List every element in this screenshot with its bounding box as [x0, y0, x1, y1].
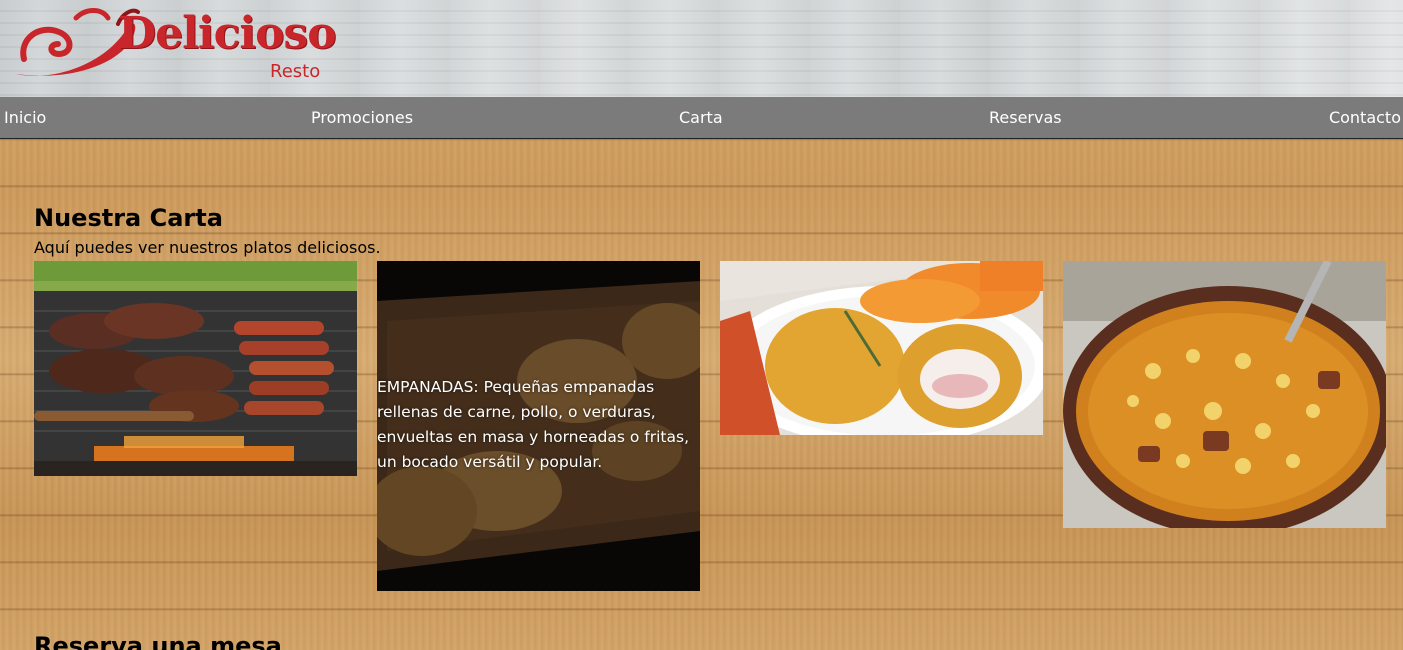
dish-card-milanesa[interactable]	[720, 261, 1043, 435]
brand-tagline: Resto	[270, 61, 321, 82]
milanesa-photo	[720, 261, 1043, 435]
nav-item-inicio[interactable]: Inicio	[4, 108, 46, 127]
dish-caption-empanadas: EMPANADAS: Pequeñas empanadas rellenas d…	[377, 378, 689, 471]
site-header: Delicioso Resto	[0, 0, 1403, 97]
dish-card-locro[interactable]	[1063, 261, 1386, 528]
locro-photo	[1063, 261, 1386, 528]
dish-card-asado[interactable]	[34, 261, 357, 476]
nav-item-promociones[interactable]: Promociones	[311, 108, 413, 127]
asado-grill-photo	[34, 261, 357, 476]
nav-item-contacto[interactable]: Contacto	[1329, 108, 1401, 127]
brand-logo[interactable]: Delicioso Resto	[14, 4, 337, 86]
menu-section-subtitle: Aquí puedes ver nuestros platos delicios…	[34, 238, 381, 257]
menu-section-title: Nuestra Carta	[34, 204, 223, 232]
nav-item-reservas[interactable]: Reservas	[989, 108, 1062, 127]
brand-name: Delicioso	[118, 8, 337, 59]
dish-card-empanadas[interactable]: EMPANADAS: Pequeñas empanadas rellenas d…	[377, 261, 700, 591]
reserve-section-title: Reserva una mesa	[34, 632, 282, 650]
nav-item-carta[interactable]: Carta	[679, 108, 723, 127]
main-nav: Inicio Promociones Carta Reservas Contac…	[0, 97, 1403, 139]
